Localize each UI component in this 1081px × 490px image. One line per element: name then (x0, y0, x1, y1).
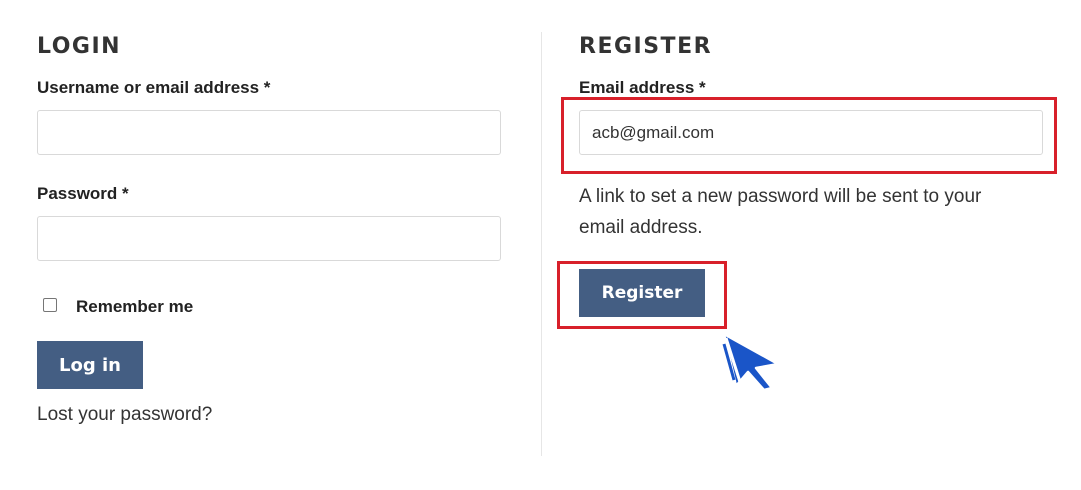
remember-me-checkbox[interactable] (43, 298, 57, 312)
register-heading: REGISTER (579, 34, 713, 59)
login-heading: LOGIN (37, 34, 122, 59)
username-label: Username or email address * (37, 78, 271, 97)
email-highlight-box (561, 97, 1057, 174)
lost-password-link[interactable]: Lost your password? (37, 404, 212, 426)
password-label: Password * (37, 184, 129, 203)
register-email-label: Email address * (579, 78, 706, 97)
username-input[interactable] (37, 110, 501, 155)
register-info-text: A link to set a new password will be sen… (579, 186, 982, 238)
login-button[interactable]: Log in (37, 341, 143, 389)
register-highlight-box (557, 261, 727, 329)
remember-me-label[interactable]: Remember me (76, 297, 193, 317)
cursor-arrow-icon (720, 330, 782, 392)
column-divider (541, 32, 542, 456)
password-input[interactable] (37, 216, 501, 261)
